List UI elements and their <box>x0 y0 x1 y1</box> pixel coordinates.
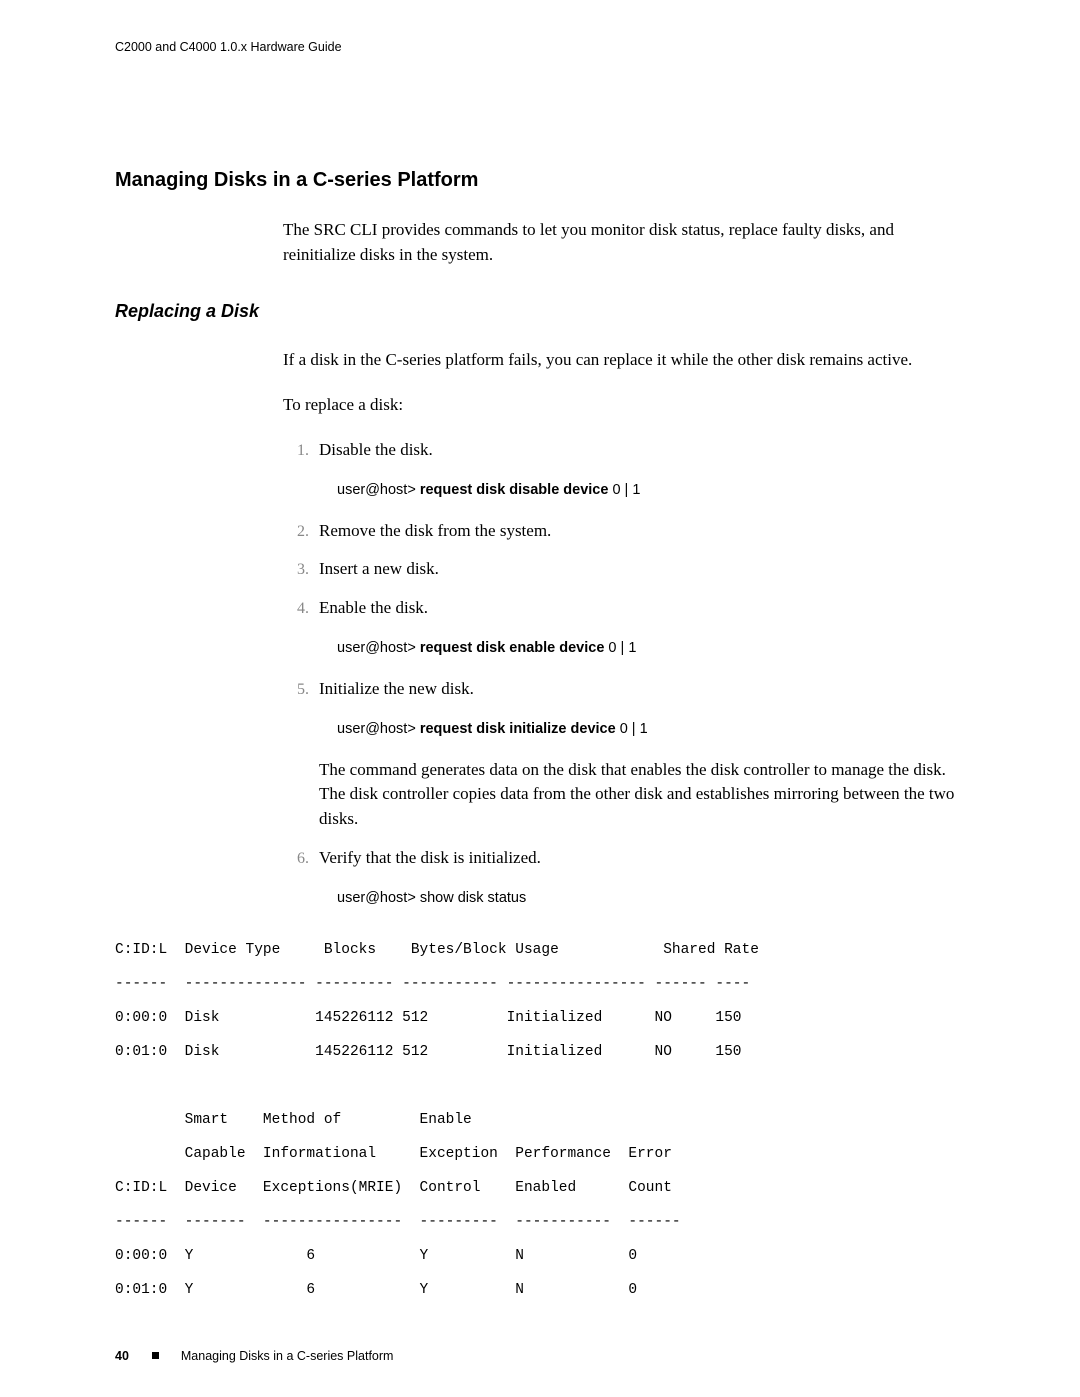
step-5: Initialize the new disk. user@host> requ… <box>313 677 970 832</box>
cmd-prompt: user@host> <box>337 890 420 906</box>
cmd-prompt: user@host> <box>337 721 420 737</box>
section-heading: Managing Disks in a C-series Platform <box>115 169 970 192</box>
cmd-bold: request disk enable device <box>420 640 605 656</box>
step-text: Insert a new disk. <box>319 559 439 578</box>
step-text: Enable the disk. <box>319 598 428 617</box>
step-text: Disable the disk. <box>319 440 433 459</box>
cmd-args: 0 | 1 <box>604 640 636 656</box>
running-header: C2000 and C4000 1.0.x Hardware Guide <box>115 40 970 54</box>
footer-title: Managing Disks in a C-series Platform <box>181 1349 394 1363</box>
command-block: user@host> request disk initialize devic… <box>337 719 970 739</box>
footer-square-icon <box>152 1352 159 1359</box>
cmd-args: 0 | 1 <box>616 721 648 737</box>
command-block: user@host> request disk disable device 0… <box>337 480 970 500</box>
cmd-prompt: user@host> <box>337 640 420 656</box>
cmd-bold: request disk initialize device <box>420 721 616 737</box>
step-text: Initialize the new disk. <box>319 679 474 698</box>
page-footer: 40 Managing Disks in a C-series Platform <box>115 1349 393 1363</box>
page-number: 40 <box>115 1349 129 1363</box>
step-text: Remove the disk from the system. <box>319 521 551 540</box>
step-1: Disable the disk. user@host> request dis… <box>313 438 970 501</box>
step-2: Remove the disk from the system. <box>313 519 970 544</box>
command-block: user@host> request disk enable device 0 … <box>337 638 970 658</box>
step-6: Verify that the disk is initialized. use… <box>313 846 970 909</box>
step-3: Insert a new disk. <box>313 557 970 582</box>
command-block: user@host> show disk status <box>337 888 970 908</box>
subsection-paragraph-1: If a disk in the C-series platform fails… <box>283 348 970 373</box>
intro-paragraph: The SRC CLI provides commands to let you… <box>283 218 970 267</box>
step-4: Enable the disk. user@host> request disk… <box>313 596 970 659</box>
cmd-plain: show disk status <box>420 890 526 906</box>
cmd-bold: request disk disable device <box>420 482 609 498</box>
subsection-paragraph-2: To replace a disk: <box>283 393 970 418</box>
step-text: Verify that the disk is initialized. <box>319 848 541 867</box>
step-note: The command generates data on the disk t… <box>319 758 970 832</box>
terminal-output: C:ID:L Device Type Blocks Bytes/Block Us… <box>115 933 970 1308</box>
cmd-args: 0 | 1 <box>608 482 640 498</box>
cmd-prompt: user@host> <box>337 482 420 498</box>
steps-list: Disable the disk. user@host> request dis… <box>283 438 970 909</box>
subsection-heading: Replacing a Disk <box>115 301 970 322</box>
